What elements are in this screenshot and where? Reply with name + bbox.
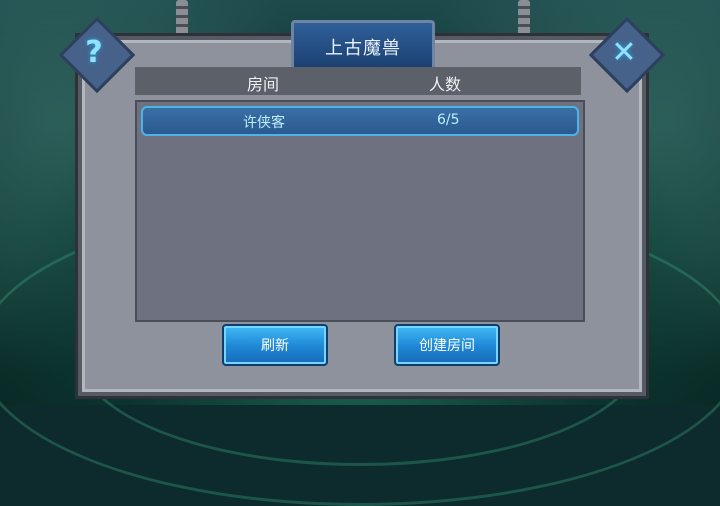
room-row[interactable]: 许侠客 6/5 bbox=[141, 106, 579, 136]
create-room-label: 创建房间 bbox=[419, 338, 475, 354]
help-icon[interactable]: ? bbox=[70, 28, 118, 76]
room-name: 许侠客 bbox=[243, 115, 285, 131]
room-list[interactable]: 许侠客 6/5 bbox=[135, 100, 585, 322]
panel-title: 上古魔兽 bbox=[325, 38, 401, 59]
title-plate: 上古魔兽 bbox=[291, 20, 435, 74]
room-player-count: 6/5 bbox=[437, 112, 460, 128]
close-icon[interactable]: ✕ bbox=[600, 28, 648, 76]
refresh-label: 刷新 bbox=[261, 338, 289, 354]
chain-right bbox=[518, 0, 530, 38]
refresh-button[interactable]: 刷新 bbox=[222, 324, 328, 366]
create-room-button[interactable]: 创建房间 bbox=[394, 324, 500, 366]
header-players: 人数 bbox=[429, 75, 462, 94]
table-header: 房间 人数 bbox=[135, 67, 581, 95]
chain-left bbox=[176, 0, 188, 38]
header-room: 房间 bbox=[247, 75, 280, 94]
